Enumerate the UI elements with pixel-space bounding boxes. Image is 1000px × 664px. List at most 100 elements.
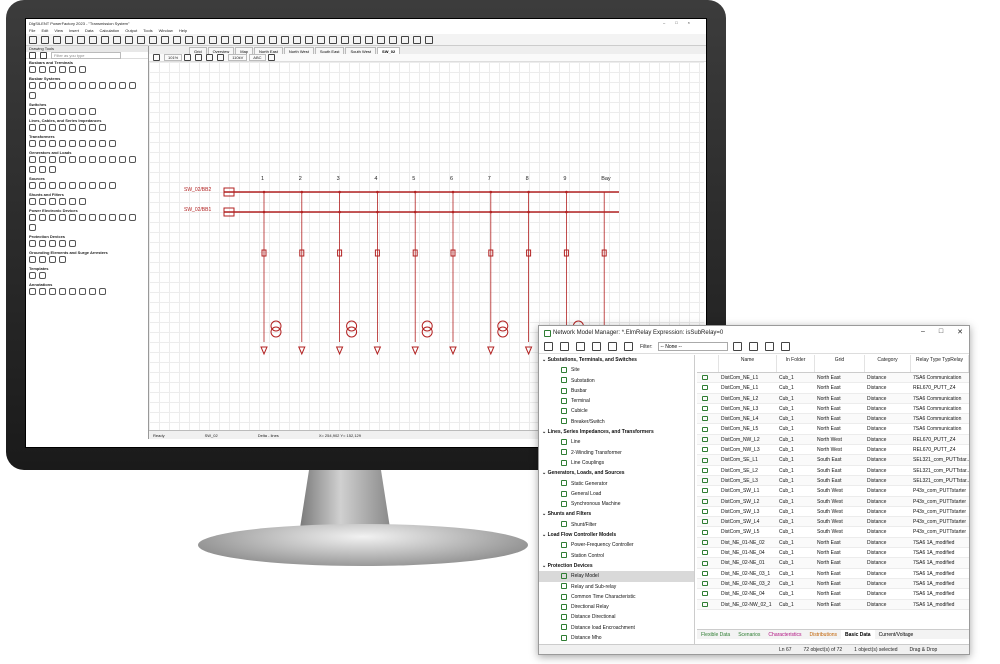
toolbar-icon[interactable] xyxy=(221,35,229,44)
tool-icon[interactable] xyxy=(69,288,76,295)
toolbar-icon[interactable] xyxy=(245,35,253,44)
tool-icon[interactable] xyxy=(79,124,86,131)
toolbar-icon[interactable] xyxy=(53,35,61,44)
toolbar-icon[interactable] xyxy=(65,35,73,44)
nmm-tab[interactable]: Characteristics xyxy=(764,630,805,639)
tool-icon[interactable] xyxy=(99,288,106,295)
tool-icon[interactable] xyxy=(89,108,96,115)
diagram-tab[interactable]: Overview xyxy=(207,47,235,54)
tool-icon[interactable] xyxy=(129,214,136,221)
tree-item[interactable]: Shunt/Filter xyxy=(539,520,694,530)
tool-icon[interactable] xyxy=(39,140,46,147)
nmm-tab[interactable]: Flexible Data xyxy=(697,630,734,639)
tool-icon[interactable] xyxy=(79,288,86,295)
list-view-icon[interactable] xyxy=(40,51,47,59)
tree-category[interactable]: ⌄ Substations, Terminals, and Switches xyxy=(539,355,694,365)
tool-icon[interactable] xyxy=(69,198,76,205)
diagram-tab[interactable]: South West xyxy=(345,47,377,54)
tree-item[interactable]: Directional Relay xyxy=(539,602,694,612)
tree-item[interactable]: Breaker/Switch xyxy=(539,417,694,427)
tool-icon[interactable] xyxy=(79,108,86,115)
tree-item[interactable]: Common Time Characteristic xyxy=(539,592,694,602)
tool-icon[interactable] xyxy=(29,240,36,247)
tool-icon[interactable] xyxy=(79,182,86,189)
tool-icon[interactable] xyxy=(69,240,76,247)
menu-item[interactable]: Edit xyxy=(41,28,48,33)
tool-icon[interactable] xyxy=(49,182,56,189)
tool-icon[interactable] xyxy=(59,66,66,73)
window-controls[interactable]: –□× xyxy=(663,20,700,25)
tool-icon[interactable] xyxy=(59,256,66,263)
zoom-select[interactable]: 101% xyxy=(164,54,183,61)
tool-icon[interactable] xyxy=(59,182,66,189)
tool-icon[interactable] xyxy=(109,182,116,189)
tree-category[interactable]: ⌄ Lines, Series Impedances, and Transfor… xyxy=(539,427,694,437)
toolbar-icon[interactable] xyxy=(161,35,169,44)
tool-icon[interactable] xyxy=(29,288,36,295)
menu-item[interactable]: View xyxy=(54,28,63,33)
tool-icon[interactable] xyxy=(39,240,46,247)
tool-icon[interactable] xyxy=(39,214,46,221)
toolbar-icon[interactable] xyxy=(137,35,145,44)
tool-icon[interactable] xyxy=(29,92,36,99)
tool-icon[interactable] xyxy=(29,182,36,189)
tool-icon[interactable] xyxy=(29,272,36,279)
tool-icon[interactable] xyxy=(99,124,106,131)
tree-item[interactable]: Terminal xyxy=(539,396,694,406)
tool-icon[interactable] xyxy=(69,182,76,189)
table-icon[interactable] xyxy=(592,342,601,351)
toolbar-icon[interactable] xyxy=(149,35,157,44)
grid-view-icon[interactable] xyxy=(29,51,36,59)
toolbar-icon[interactable] xyxy=(209,35,217,44)
tool-icon[interactable] xyxy=(49,288,56,295)
column-header[interactable] xyxy=(697,355,719,372)
tool-icon[interactable] xyxy=(49,156,56,163)
tree-item[interactable]: Synchronous Machine xyxy=(539,499,694,509)
tool-icon[interactable] xyxy=(29,166,36,173)
tool-icon[interactable] xyxy=(89,156,96,163)
toolbar-icon[interactable] xyxy=(413,35,421,44)
toolbar-icon[interactable] xyxy=(173,35,181,44)
column-header[interactable]: In Folder xyxy=(777,355,815,372)
tool-icon[interactable] xyxy=(39,198,46,205)
tool-icon[interactable] xyxy=(69,140,76,147)
toolbar-icon[interactable] xyxy=(293,35,301,44)
diagram-tab[interactable]: North East xyxy=(254,47,283,54)
tree-item[interactable]: Cubicle xyxy=(539,406,694,416)
tool-icon[interactable] xyxy=(39,66,46,73)
tree-item[interactable]: General Load xyxy=(539,489,694,499)
table-row[interactable]: DistCom_NW_L2 Cub_1 North West Distance REL6… xyxy=(697,434,969,446)
table-row[interactable]: DistCom_NE_L3 Cub_1 North East Distance 7SA6… xyxy=(697,404,969,415)
tool-icon[interactable] xyxy=(109,156,116,163)
tool-icon[interactable] xyxy=(59,240,66,247)
toolbar-icon[interactable] xyxy=(77,35,85,44)
table-row[interactable]: DistCom_SW_L3 Cub_1 South West Distance P43x… xyxy=(697,507,969,518)
tree-item[interactable]: Line xyxy=(539,437,694,447)
toolbar-icon[interactable] xyxy=(401,35,409,44)
toolbar-icon[interactable] xyxy=(377,35,385,44)
tool-icon[interactable] xyxy=(59,82,66,89)
toolbar-icon[interactable] xyxy=(317,35,325,44)
tool-icon[interactable] xyxy=(99,182,106,189)
delete-icon[interactable] xyxy=(576,342,585,351)
table-row[interactable]: DistCom_NE_L1 Cub_1 North East Distance 7SA6… xyxy=(697,373,969,384)
nmm-tab[interactable]: Distributions xyxy=(806,630,842,639)
tool-icon[interactable] xyxy=(79,66,86,73)
tool-icon[interactable] xyxy=(69,156,76,163)
tool-icon[interactable] xyxy=(39,182,46,189)
tool-icon[interactable] xyxy=(49,240,56,247)
toolbar-icon[interactable] xyxy=(233,35,241,44)
tool-icon[interactable] xyxy=(69,108,76,115)
tool-icon[interactable] xyxy=(89,182,96,189)
table-row[interactable]: Dist_NE_02-NE_01 Cub_1 North East Distance 7… xyxy=(697,558,969,569)
tree-item[interactable]: Distance load Encroachment xyxy=(539,623,694,633)
tool-icon[interactable] xyxy=(39,82,46,89)
filter-icon[interactable] xyxy=(732,342,742,351)
table-row[interactable]: DistCom_NE_L4 Cub_1 North East Distance 7SA6… xyxy=(697,414,969,425)
tool-icon[interactable] xyxy=(29,108,36,115)
tool-icon[interactable] xyxy=(119,156,126,163)
drawing-filter-input[interactable]: Filter as you type xyxy=(51,51,121,59)
menu-item[interactable]: Data xyxy=(85,28,93,33)
toolbar-icon[interactable] xyxy=(101,35,109,44)
pan-icon[interactable] xyxy=(184,54,192,61)
